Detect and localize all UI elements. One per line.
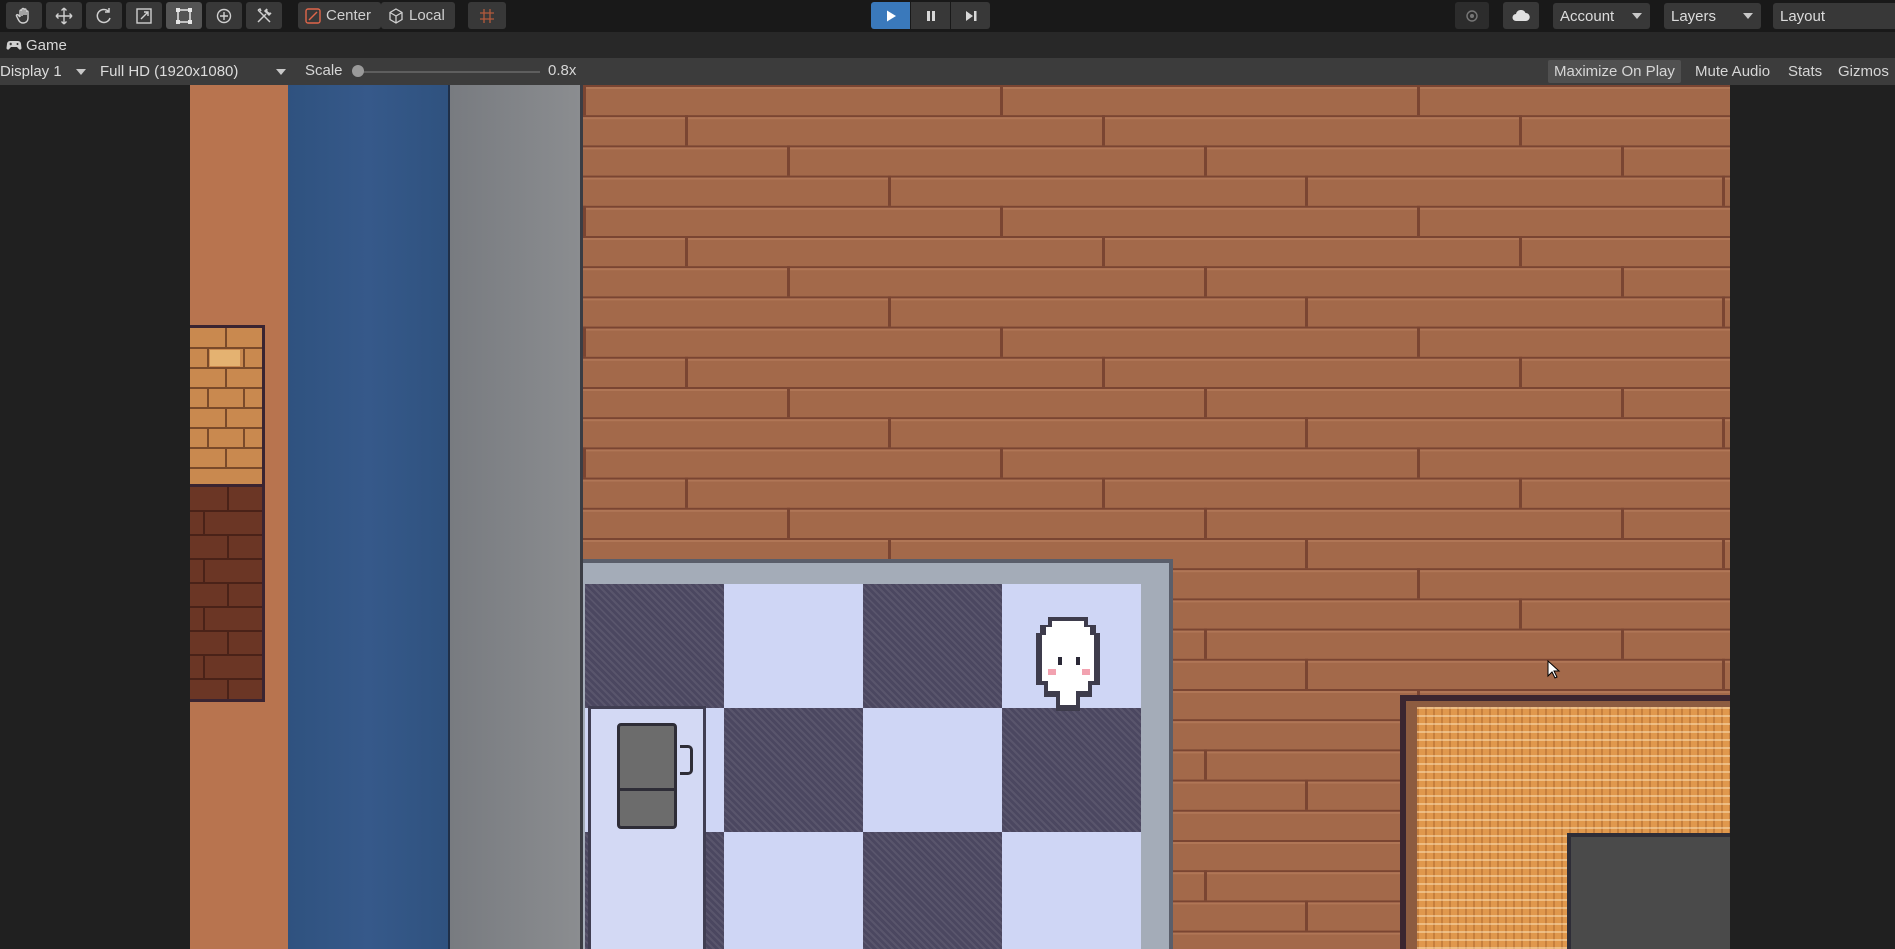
layers-label: Layers: [1671, 7, 1717, 25]
chevron-down-icon: [1632, 13, 1642, 19]
tab-label: Game: [26, 36, 67, 54]
scale-icon: [136, 7, 152, 24]
maximize-on-play-toggle[interactable]: Maximize On Play: [1548, 60, 1681, 83]
resolution-label: Full HD (1920x1080): [100, 63, 239, 80]
tab-game[interactable]: Game: [0, 32, 77, 58]
rect-transform-icon: [176, 7, 192, 24]
mute-label: Mute Audio: [1695, 63, 1771, 80]
game-scene[interactable]: [190, 85, 1730, 949]
rect-tool-button[interactable]: [166, 2, 202, 29]
layers-dropdown[interactable]: Layers: [1664, 3, 1761, 29]
main-toolbar: Center Local Account Layers Layout: [0, 0, 1895, 32]
tools-icon: [257, 7, 272, 23]
playback-controls: [871, 2, 990, 29]
tab-strip: Game: [0, 32, 1895, 58]
scale-slider-track[interactable]: [358, 71, 540, 73]
move-tool-button[interactable]: [46, 2, 82, 29]
grid-snap-icon: [480, 8, 494, 23]
gizmos-label: Gizmos: [1838, 63, 1889, 80]
mute-audio-toggle[interactable]: Mute Audio: [1689, 60, 1776, 83]
scale-tool-button[interactable]: [126, 2, 162, 29]
chevron-down-icon: [1743, 13, 1753, 19]
pivot-label: Center: [326, 7, 372, 24]
hand-tool-button[interactable]: [6, 2, 42, 29]
stone-walkway: [450, 85, 583, 949]
mouse-cursor-icon: [1547, 660, 1561, 679]
pause-button[interactable]: [911, 2, 950, 29]
coffee-machine: [617, 723, 677, 829]
dark-brick-wall: [190, 487, 265, 702]
step-icon: [965, 10, 976, 21]
transform-icon: [216, 8, 232, 23]
account-label: Account: [1560, 7, 1615, 25]
transform-tool-button[interactable]: [206, 2, 242, 29]
game-viewport[interactable]: [0, 85, 1895, 949]
scale-slider-handle[interactable]: [352, 65, 364, 77]
gizmos-toggle[interactable]: Gizmos: [1832, 60, 1895, 83]
chevron-down-icon: [276, 68, 286, 75]
hand-icon: [15, 7, 29, 24]
play-icon: [886, 10, 896, 21]
water-channel: [288, 85, 450, 949]
resolution-dropdown[interactable]: Full HD (1920x1080): [100, 60, 292, 83]
pivot-local-button[interactable]: Local: [381, 2, 455, 29]
cloud-icon: [1512, 9, 1530, 21]
pause-icon: [926, 10, 935, 21]
chevron-down-icon: [76, 68, 86, 75]
brick-pillar: [190, 325, 265, 487]
collab-gear-icon: [1466, 9, 1478, 22]
game-view-toolbar: Display 1 Full HD (1920x1080) Scale 0.8x…: [0, 58, 1895, 85]
scale-label: Scale: [305, 62, 343, 79]
step-button[interactable]: [951, 2, 990, 29]
cloud-button[interactable]: [1503, 2, 1539, 29]
display-label: Display 1: [0, 63, 62, 80]
maximize-label: Maximize On Play: [1554, 63, 1675, 80]
play-button[interactable]: [871, 2, 910, 29]
grid-snap-button[interactable]: [468, 2, 506, 29]
pivot-center-icon: [305, 7, 321, 24]
local-cube-icon: [389, 7, 403, 24]
coffee-machine-handle: [680, 745, 693, 775]
collab-button[interactable]: [1455, 2, 1489, 29]
move-arrows-icon: [55, 7, 73, 24]
layout-label: Layout: [1780, 7, 1826, 25]
dark-furniture: [1567, 833, 1730, 949]
rotate-icon: [96, 7, 111, 23]
space-label: Local: [409, 7, 445, 24]
gamepad-icon: [6, 41, 22, 50]
white-ghost-character[interactable]: [1028, 613, 1108, 723]
display-dropdown[interactable]: Display 1: [0, 60, 92, 83]
stats-label: Stats: [1788, 63, 1823, 80]
rotate-tool-button[interactable]: [86, 2, 122, 29]
scale-value: 0.8x: [548, 62, 577, 79]
pivot-center-button[interactable]: Center: [298, 2, 382, 29]
custom-tool-button[interactable]: [246, 2, 282, 29]
account-dropdown[interactable]: Account: [1553, 3, 1650, 29]
stats-toggle[interactable]: Stats: [1782, 60, 1828, 83]
layout-dropdown[interactable]: Layout: [1773, 3, 1895, 29]
